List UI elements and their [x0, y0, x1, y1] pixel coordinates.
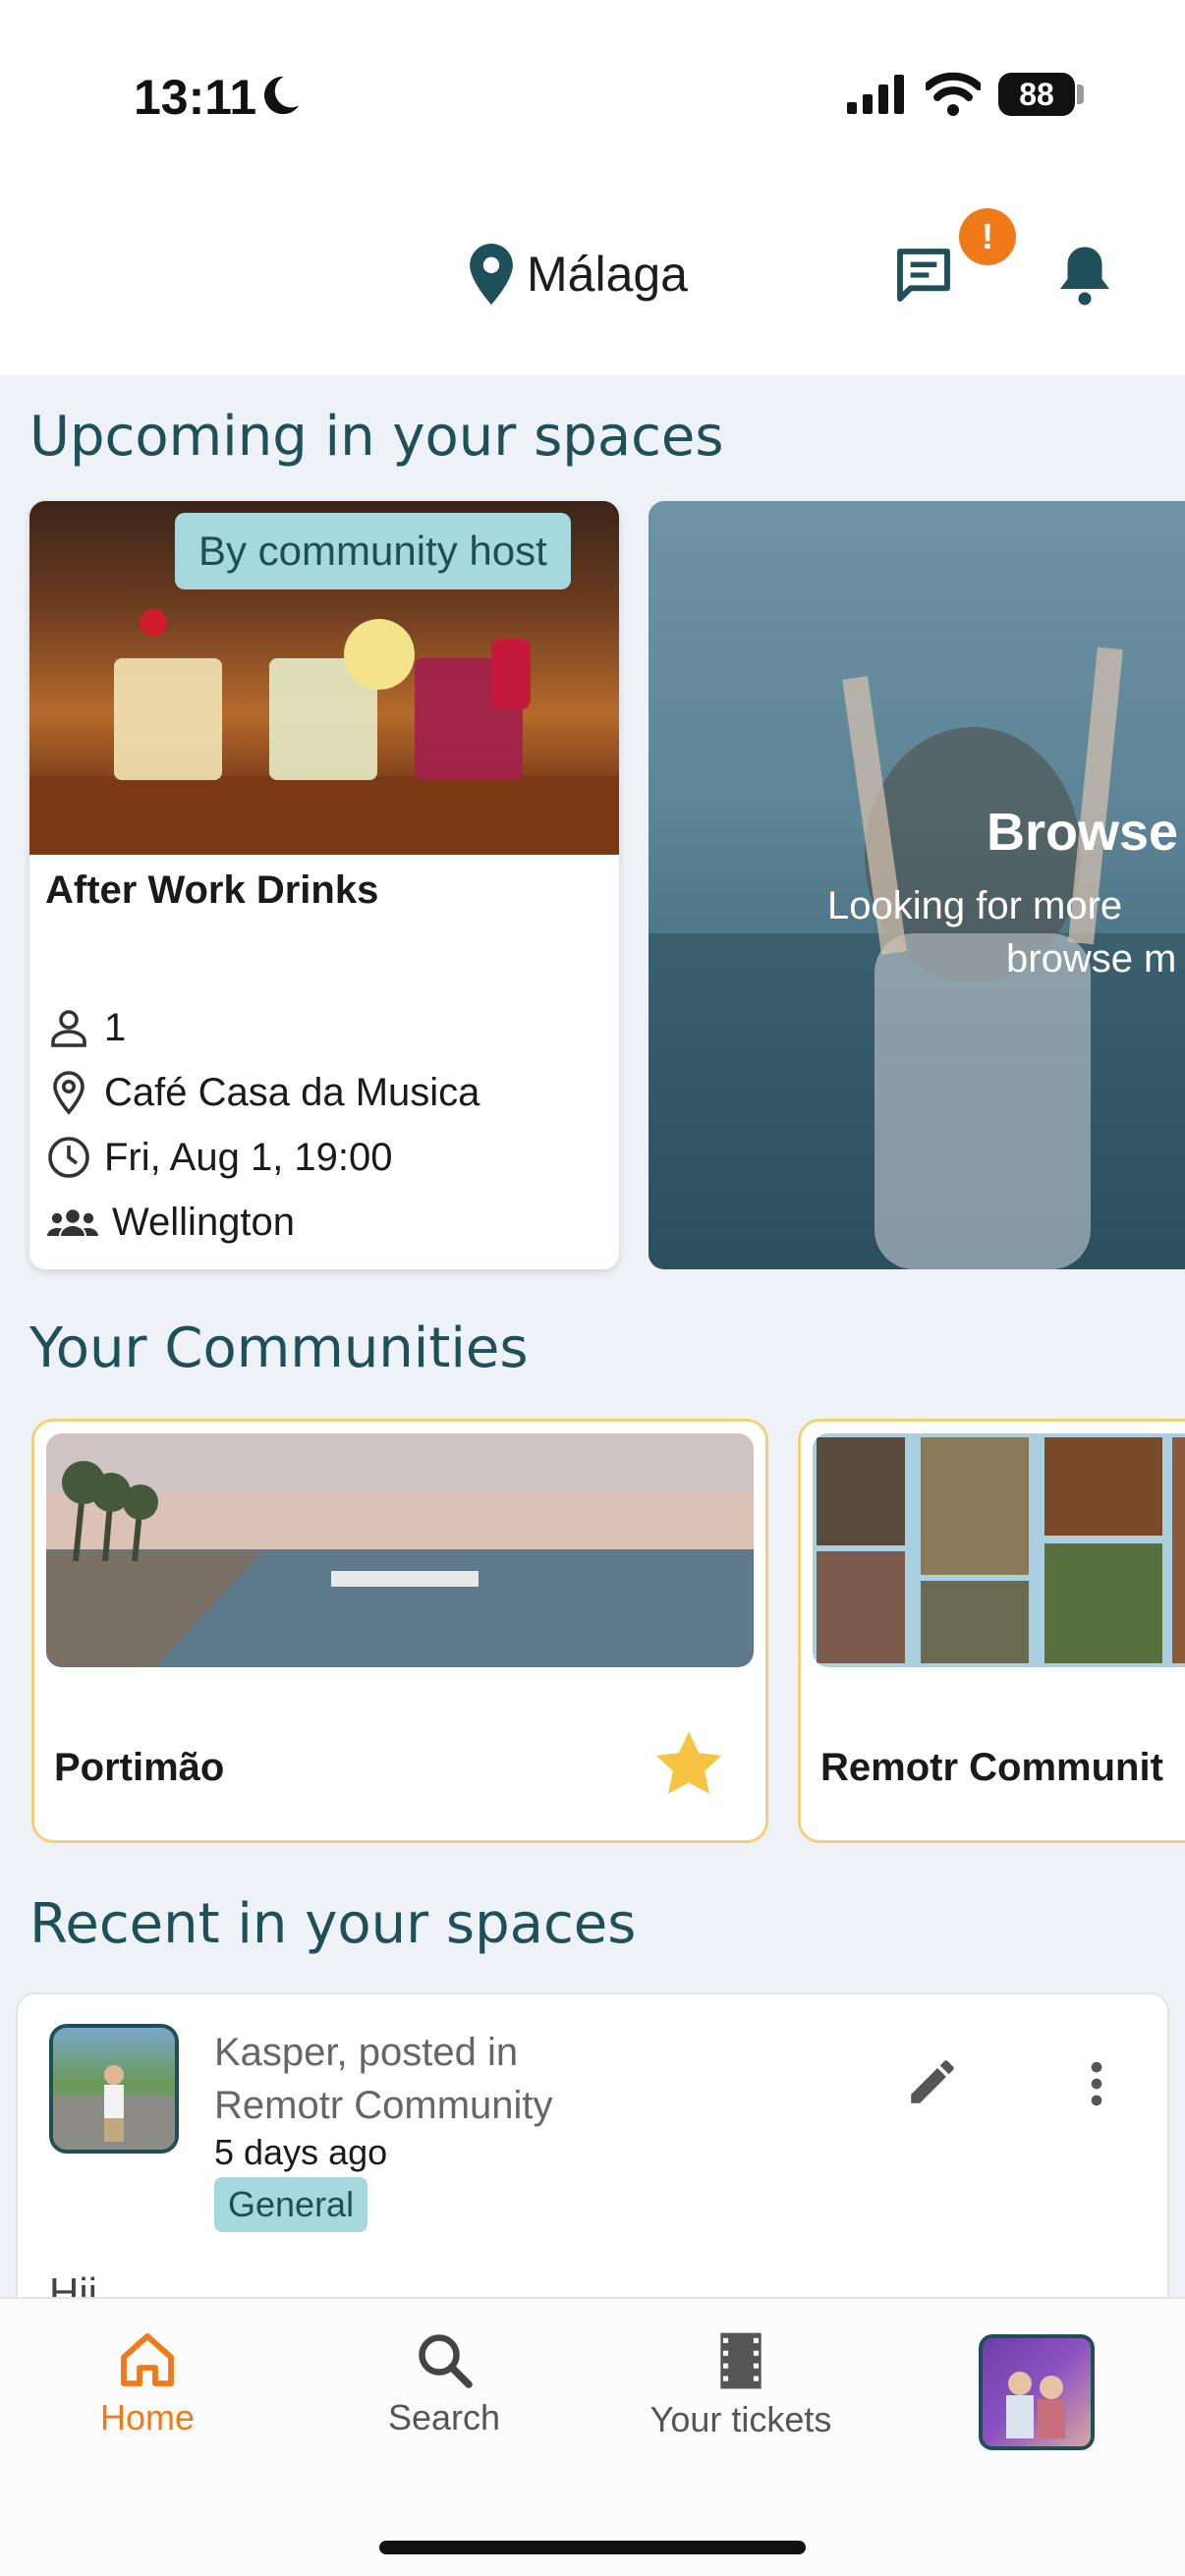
event-card[interactable]: By community host After Work Drinks 1 Ca… [29, 501, 619, 1269]
community-image [813, 1433, 1185, 1667]
post-category-tag: General [214, 2177, 368, 2232]
upcoming-section-title: Upcoming in your spaces [29, 405, 724, 469]
home-icon [121, 2333, 174, 2386]
bottom-navigation: Home Search Your tickets [0, 2297, 1185, 2576]
home-indicator [379, 2541, 806, 2554]
nav-tickets[interactable]: Your tickets [633, 2330, 849, 2440]
nav-search[interactable]: Search [336, 2330, 552, 2438]
collage-image [813, 1433, 1185, 1667]
status-time: 13:11 [134, 70, 257, 125]
battery-tip [1077, 84, 1084, 104]
event-datetime: Fri, Aug 1, 19:00 [104, 1135, 393, 1179]
bell-icon[interactable] [1055, 242, 1114, 307]
battery-indicator: 88 [998, 73, 1075, 116]
event-host-tag: By community host [175, 513, 571, 589]
post-author-line: Kasper, posted in [214, 2031, 519, 2074]
app-header: 13:11 88 Málaga ! [0, 0, 1185, 375]
community-card[interactable]: Portimão [31, 1419, 768, 1843]
clock-icon [48, 1137, 89, 1178]
browse-subtitle-line1: Looking for more [827, 884, 1123, 927]
community-name: Remotr Communit [820, 1746, 1163, 1789]
nav-search-label: Search [387, 2397, 501, 2437]
nav-home[interactable]: Home [39, 2330, 255, 2438]
harbour-image [46, 1433, 754, 1667]
post-timestamp: 5 days ago [214, 2132, 388, 2172]
event-attendee-count: 1 [104, 1005, 127, 1049]
browse-subtitle-line2: browse m [1006, 937, 1177, 980]
film-ticket-icon [720, 2332, 762, 2389]
moon-icon [264, 76, 300, 115]
profile-avatar[interactable] [979, 2334, 1095, 2450]
location-outline-icon [53, 1071, 85, 1115]
community-image [46, 1433, 754, 1667]
avatar-photo [53, 2065, 175, 2150]
event-venue: Café Casa da Musica [104, 1070, 480, 1114]
chat-icon[interactable] [890, 244, 957, 307]
event-datetime-row: Fri, Aug 1, 19:00 [45, 1134, 393, 1181]
communities-section-title: Your Communities [29, 1316, 529, 1380]
favorite-star-icon[interactable] [651, 1728, 726, 1801]
recent-section-title: Recent in your spaces [29, 1892, 637, 1956]
profile-photo [1006, 2372, 1065, 2438]
event-title: After Work Drinks [45, 868, 379, 912]
browse-card[interactable]: Browse Looking for more browse m [649, 501, 1185, 1269]
event-venue-row: Café Casa da Musica [45, 1069, 480, 1116]
event-community: Wellington [112, 1200, 296, 1244]
location-pin-icon [470, 244, 513, 305]
edit-pencil-icon[interactable] [904, 2053, 961, 2110]
search-icon [419, 2334, 473, 2388]
post-space-line[interactable]: Remotr Community [214, 2079, 627, 2132]
chat-alert-badge: ! [959, 208, 1016, 265]
event-community-row: Wellington [45, 1199, 295, 1246]
browse-title: Browse [987, 803, 1179, 862]
event-attendees-row: 1 [45, 1004, 126, 1051]
nav-home-label: Home [99, 2397, 196, 2437]
community-name: Portimão [54, 1746, 225, 1789]
signal-icon [847, 75, 904, 114]
group-icon [47, 1209, 98, 1236]
post-author-avatar[interactable] [49, 2024, 179, 2154]
location-selector[interactable]: Málaga [470, 244, 688, 305]
location-label: Málaga [527, 247, 688, 302]
person-icon [51, 1010, 86, 1047]
more-options-icon[interactable] [1075, 2055, 1118, 2112]
community-card[interactable]: Remotr Communit [798, 1419, 1185, 1843]
nav-tickets-label: Your tickets [649, 2399, 832, 2439]
wifi-icon [926, 72, 981, 116]
post-author-info: Kasper, posted in Remotr Community [214, 2026, 627, 2132]
